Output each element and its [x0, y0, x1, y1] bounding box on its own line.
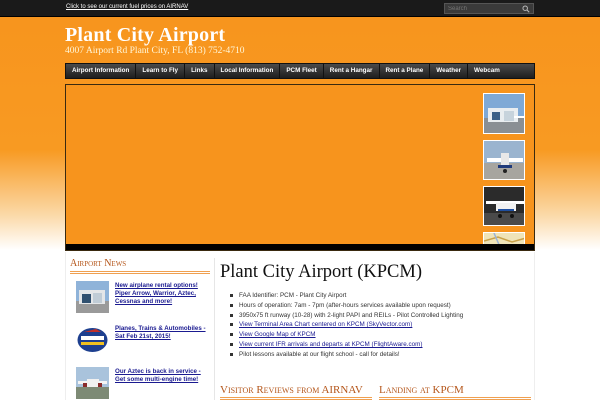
- slider-thumb-plane-ramp[interactable]: [483, 140, 525, 180]
- hangar-photo-icon[interactable]: [76, 281, 109, 313]
- fact-terminal-chart: View Terminal Area Chart centered on KPC…: [230, 320, 463, 330]
- flightaware-link[interactable]: View current IFR arrivals and departs at…: [239, 341, 423, 348]
- google-map-link[interactable]: View Google Map of KPCM: [239, 331, 316, 338]
- fact-ifr-arrivals: View current IFR arrivals and departs at…: [230, 340, 463, 350]
- column-divider: [214, 258, 215, 400]
- slider-bottom-strip: [66, 244, 534, 250]
- nav-item-rent-a-hangar[interactable]: Rent a Hangar: [324, 64, 380, 78]
- news-title-planes-trains[interactable]: Planes, Trains & Automobiles - Sat Feb 2…: [115, 325, 210, 341]
- nav-item-local-information[interactable]: Local Information: [215, 64, 281, 78]
- landing-heading: Landing at KPCM: [379, 384, 531, 400]
- site-description: 4007 Airport Rd Plant City, FL (813) 752…: [65, 46, 245, 56]
- fact-hours: Hours of operation: 7am - 7pm (after-hou…: [230, 301, 463, 311]
- nav-item-weather[interactable]: Weather: [430, 64, 469, 78]
- nav-item-airport-information[interactable]: Airport Information: [66, 64, 137, 78]
- nav-item-learn-to-fly[interactable]: Learn to Fly: [136, 64, 186, 78]
- news-item: New airplane rental options! Piper Arrow…: [70, 277, 210, 318]
- top-bar: Click to see our current fuel prices on …: [0, 0, 600, 17]
- fuel-prices-link[interactable]: Click to see our current fuel prices on …: [66, 4, 188, 10]
- site-title[interactable]: Plant City Airport: [65, 24, 225, 47]
- news-item: Planes, Trains & Automobiles - Sat Feb 2…: [70, 320, 210, 361]
- airport-news-heading: Airport News: [70, 258, 210, 274]
- news-title-rental-options[interactable]: New airplane rental options! Piper Arrow…: [115, 282, 210, 306]
- fact-pilot-lessons: Pilot lessons available at our flight sc…: [230, 350, 463, 360]
- news-title-aztec-service[interactable]: Our Aztec is back in service - Get some …: [115, 368, 210, 384]
- event-logo-icon[interactable]: [76, 324, 109, 356]
- fact-text: Hours of operation: 7am - 7pm (after-hou…: [239, 301, 451, 309]
- search-box[interactable]: [444, 3, 534, 14]
- news-item: Our Aztec is back in service - Get some …: [70, 363, 210, 400]
- visitor-reviews-heading: Visitor Reviews from AIRNAV: [220, 384, 372, 400]
- main-navigation: Airport Information Learn to Fly Links L…: [65, 63, 535, 79]
- page-title: Plant City Airport (KPCM): [220, 262, 422, 282]
- terminal-chart-link[interactable]: View Terminal Area Chart centered on KPC…: [239, 321, 412, 328]
- aztec-photo-icon[interactable]: [76, 367, 109, 399]
- nav-item-pcm-fleet[interactable]: PCM Fleet: [280, 64, 324, 78]
- fact-google-map: View Google Map of KPCM: [230, 330, 463, 340]
- fact-runway: 3950x75 ft runway (10-28) with 2-light P…: [230, 311, 463, 321]
- fact-text: FAA Identifier: PCM - Plant City Airport: [239, 292, 347, 299]
- nav-item-webcam[interactable]: Webcam: [468, 64, 506, 78]
- fact-text: 3950x75 ft runway (10-28) with 2-light P…: [239, 311, 464, 319]
- sidebar: Airport News New airplane rental options…: [70, 258, 210, 400]
- nav-item-links[interactable]: Links: [185, 64, 215, 78]
- slider-thumb-cessna[interactable]: [483, 186, 525, 226]
- airport-facts-list: FAA Identifier: PCM - Plant City Airport…: [230, 291, 463, 360]
- search-icon[interactable]: [522, 5, 530, 13]
- slider-thumb-hangar[interactable]: [483, 93, 525, 134]
- fact-faa-identifier: FAA Identifier: PCM - Plant City Airport: [230, 291, 463, 301]
- image-slider: [65, 84, 535, 251]
- nav-item-rent-a-plane[interactable]: Rent a Plane: [380, 64, 431, 78]
- fact-text: Pilot lessons available at our flight sc…: [239, 350, 400, 358]
- search-input[interactable]: [448, 5, 518, 13]
